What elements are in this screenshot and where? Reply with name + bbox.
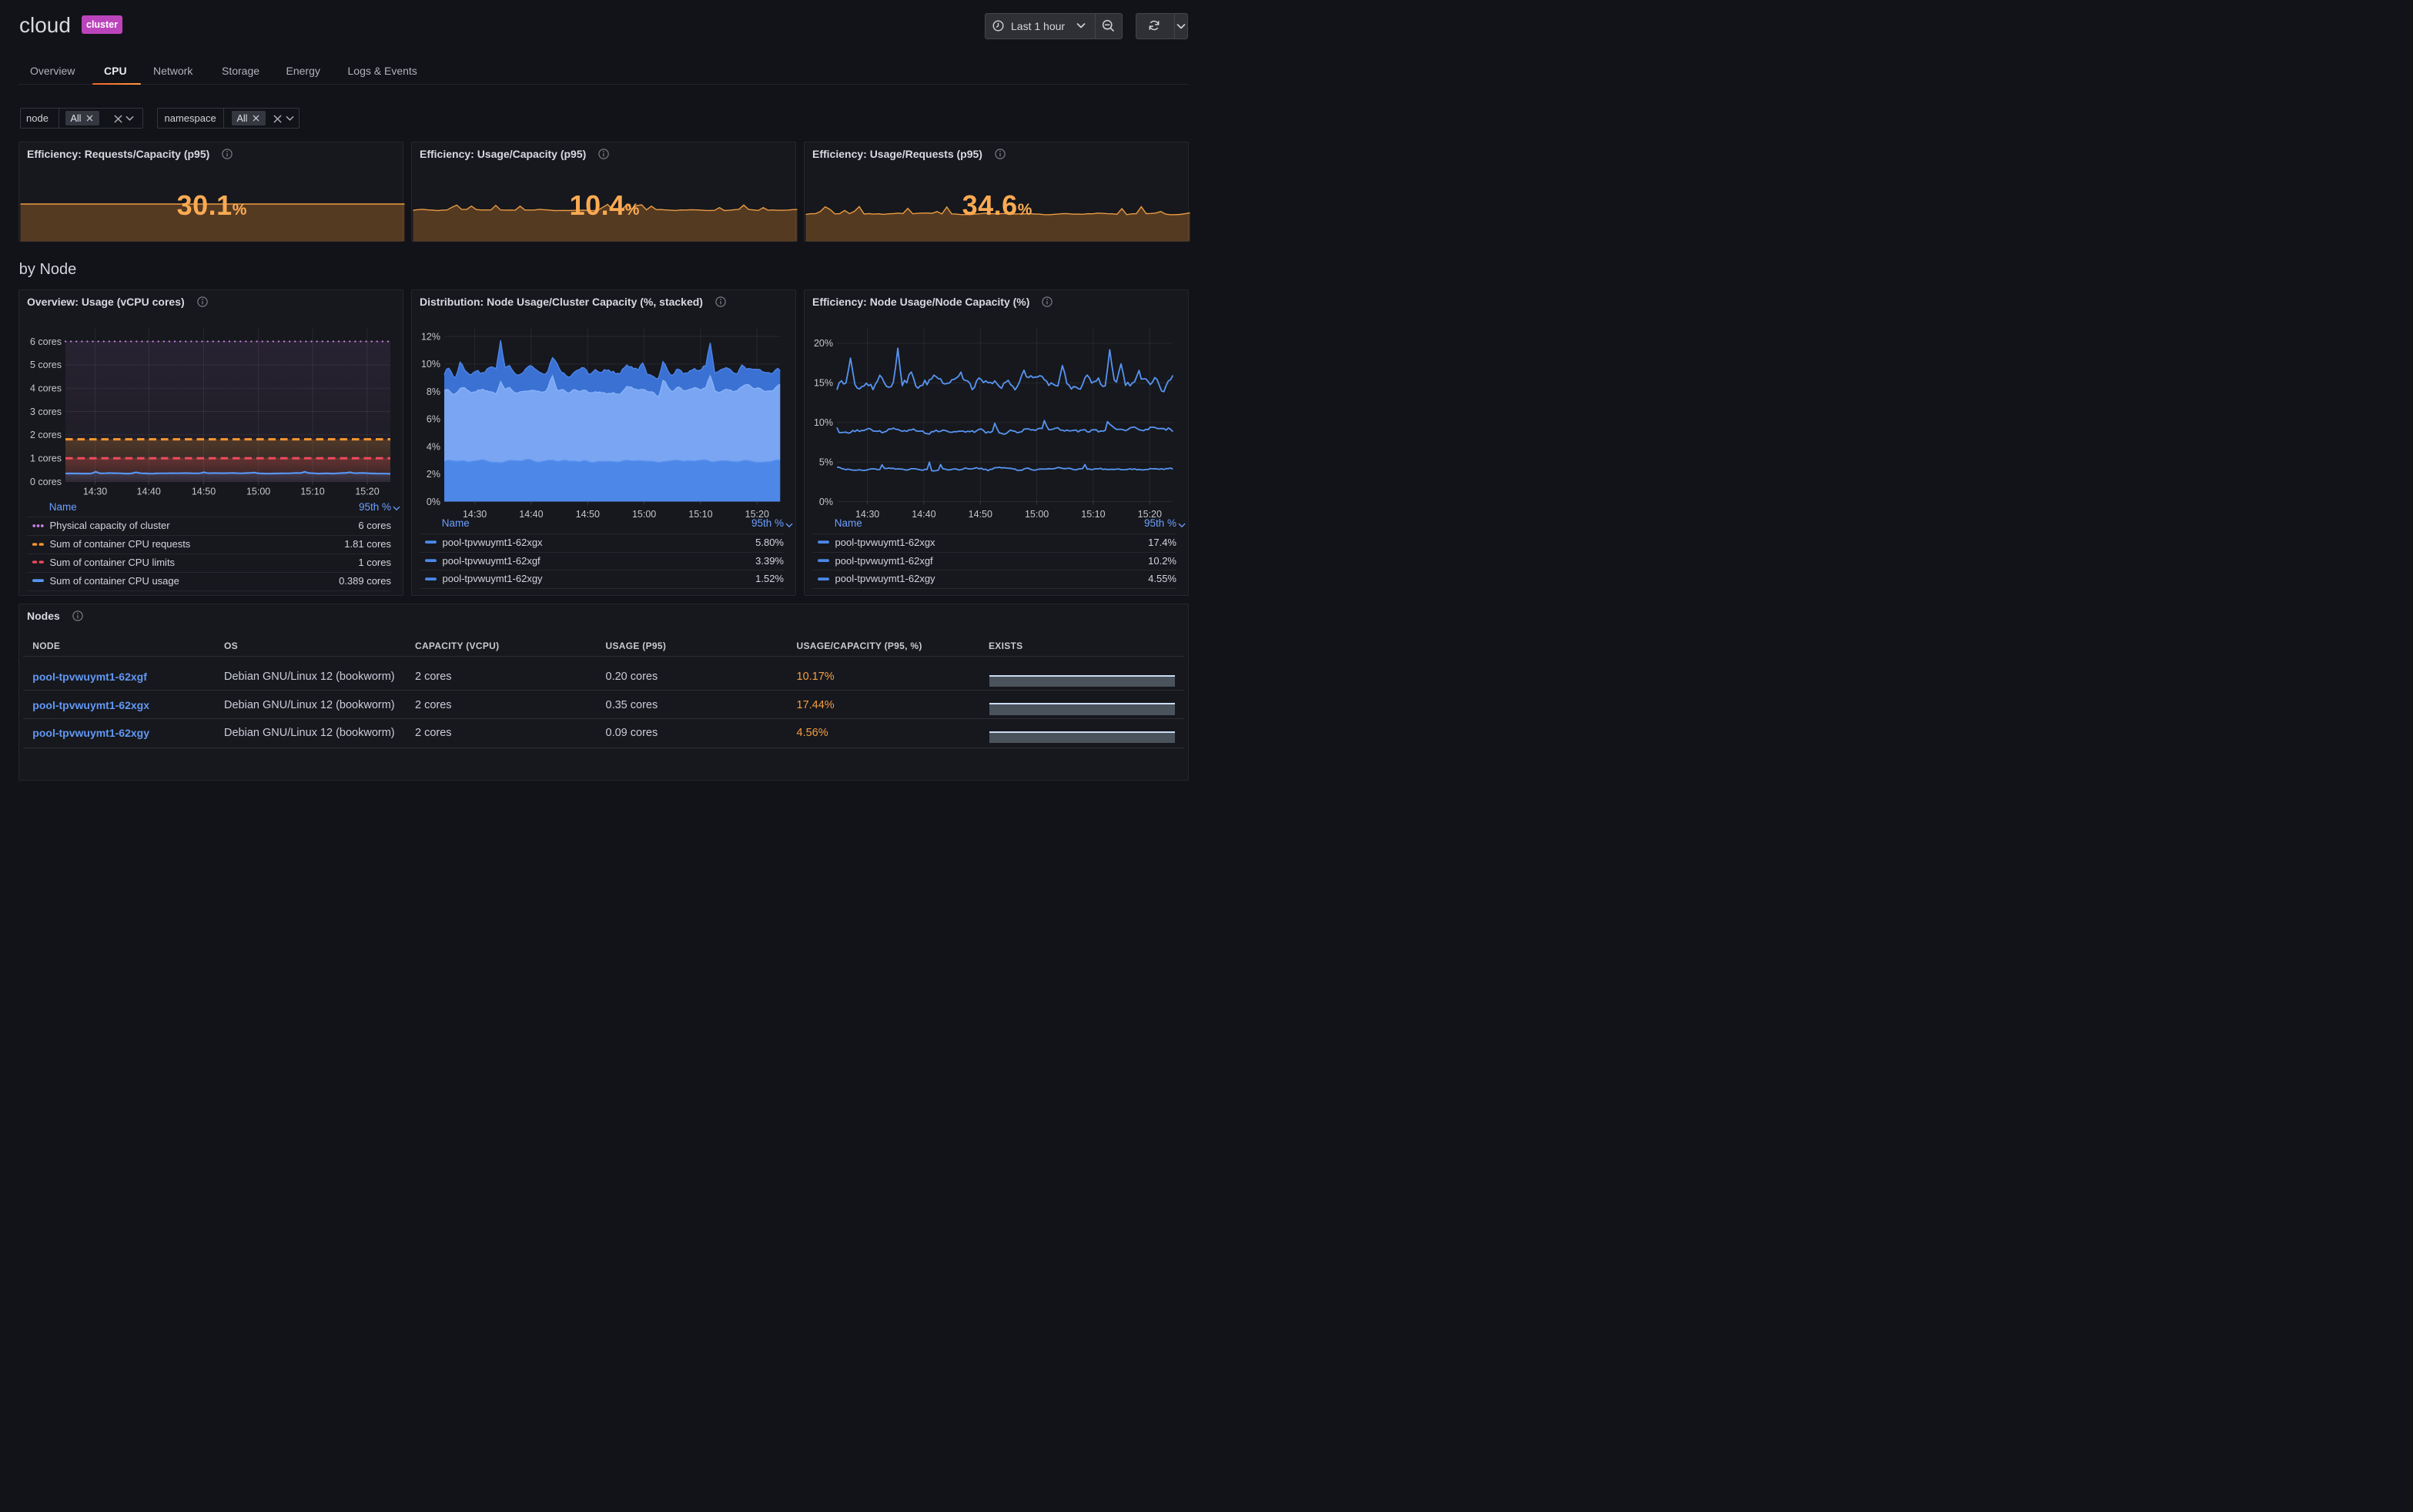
svg-text:14:40: 14:40 bbox=[912, 509, 935, 520]
svg-text:5 cores: 5 cores bbox=[30, 360, 62, 370]
svg-text:15:00: 15:00 bbox=[1025, 509, 1049, 520]
svg-text:15:00: 15:00 bbox=[246, 486, 270, 497]
svg-text:2 cores: 2 cores bbox=[30, 430, 62, 440]
svg-text:14:40: 14:40 bbox=[137, 486, 161, 497]
svg-text:20%: 20% bbox=[814, 338, 833, 349]
svg-text:14:50: 14:50 bbox=[192, 486, 216, 497]
svg-text:15:20: 15:20 bbox=[355, 486, 379, 497]
svg-text:0%: 0% bbox=[819, 496, 833, 507]
svg-text:3 cores: 3 cores bbox=[30, 406, 62, 416]
svg-text:4%: 4% bbox=[427, 441, 440, 452]
svg-text:8%: 8% bbox=[427, 386, 440, 396]
svg-text:6 cores: 6 cores bbox=[30, 336, 62, 346]
svg-text:6%: 6% bbox=[427, 413, 440, 424]
svg-text:2%: 2% bbox=[427, 469, 440, 480]
svg-text:4 cores: 4 cores bbox=[30, 383, 62, 393]
svg-text:12%: 12% bbox=[421, 331, 440, 342]
svg-text:0 cores: 0 cores bbox=[30, 476, 62, 487]
svg-text:10%: 10% bbox=[421, 359, 440, 370]
svg-text:5%: 5% bbox=[819, 457, 833, 467]
svg-text:0%: 0% bbox=[427, 496, 440, 507]
svg-text:1 cores: 1 cores bbox=[30, 453, 62, 463]
svg-text:15%: 15% bbox=[814, 377, 833, 388]
svg-text:15:00: 15:00 bbox=[632, 509, 656, 520]
svg-text:14:30: 14:30 bbox=[83, 486, 107, 497]
svg-text:14:40: 14:40 bbox=[519, 509, 543, 520]
svg-text:14:50: 14:50 bbox=[969, 509, 992, 520]
svg-text:10%: 10% bbox=[814, 417, 833, 428]
svg-text:15:10: 15:10 bbox=[300, 486, 324, 497]
svg-text:14:50: 14:50 bbox=[576, 509, 600, 520]
